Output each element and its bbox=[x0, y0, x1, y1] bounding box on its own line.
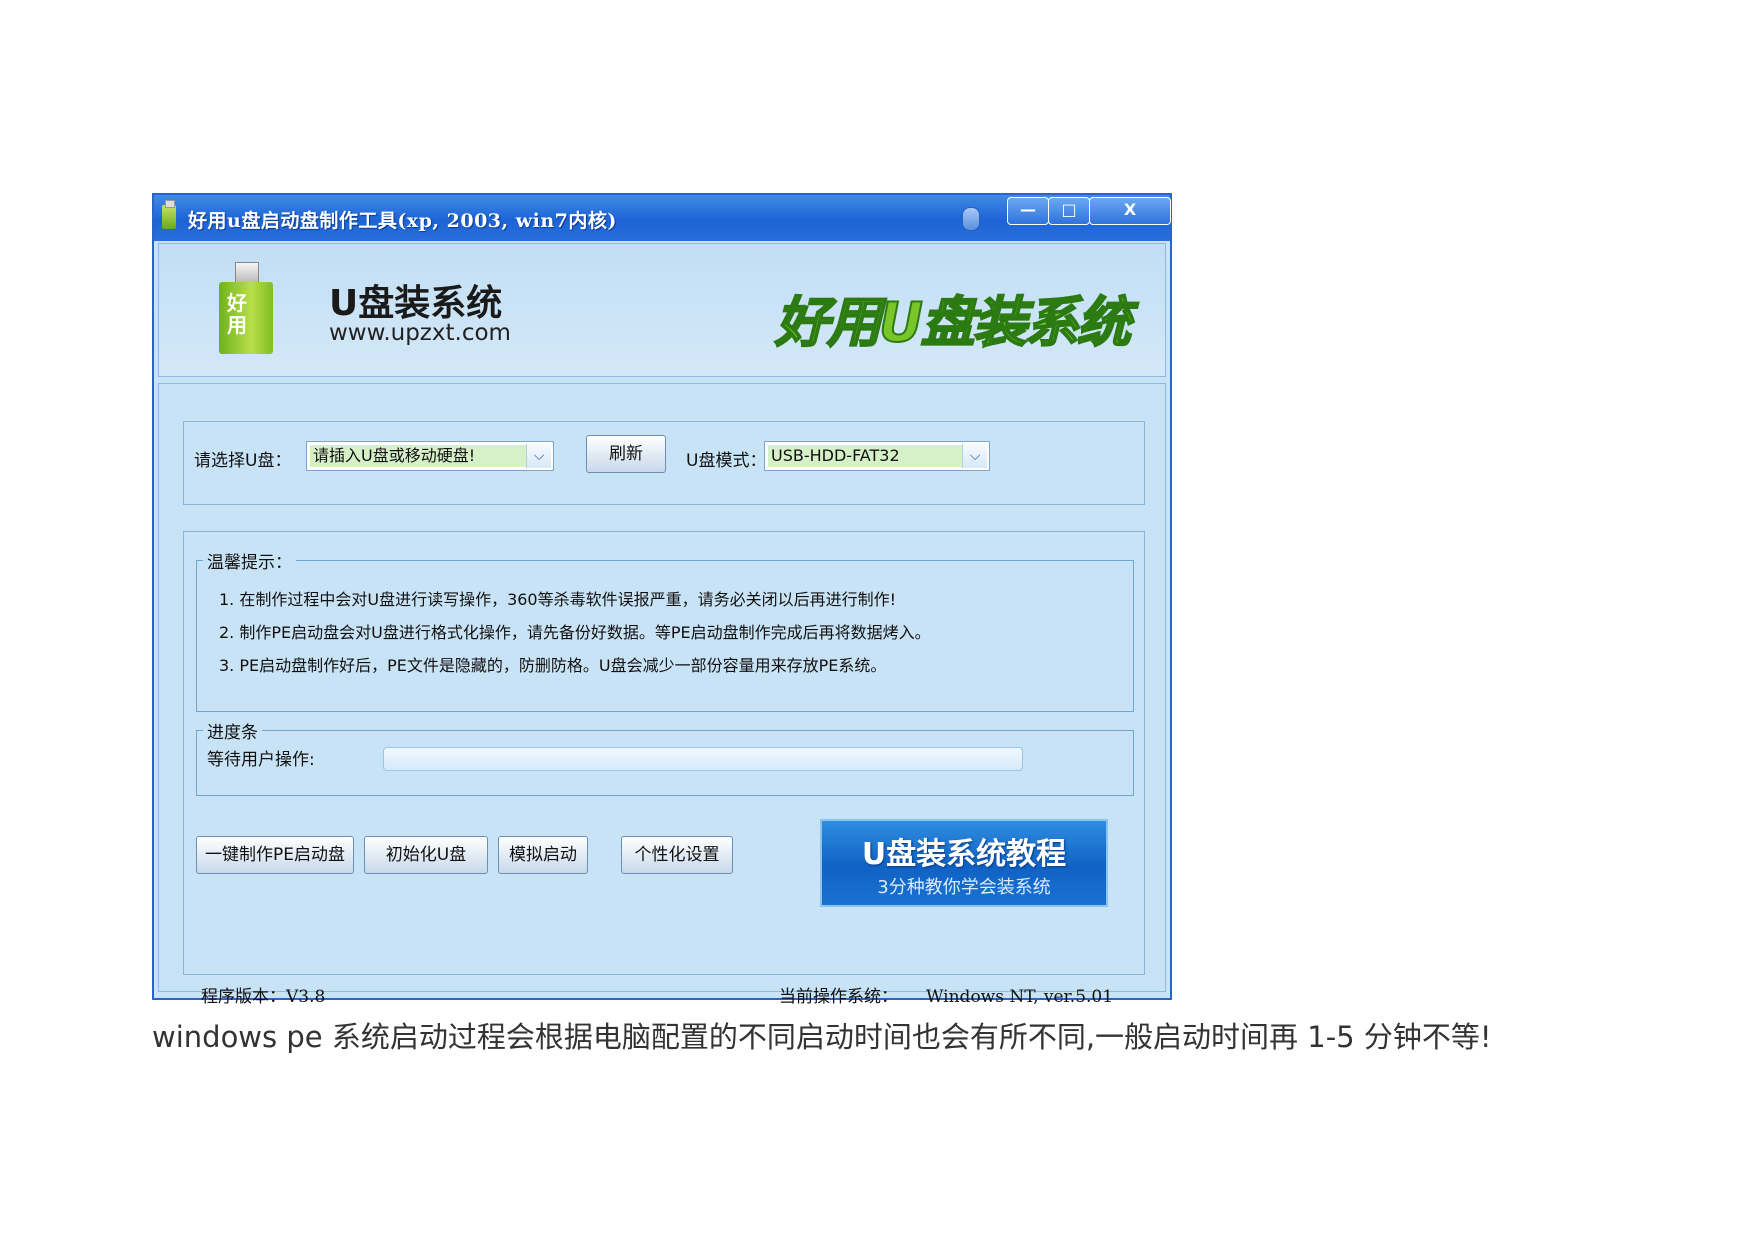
make-pe-button[interactable]: 一键制作PE启动盘 bbox=[196, 836, 354, 874]
personalize-button[interactable]: 个性化设置 bbox=[621, 836, 733, 874]
window-title: 好用u盘启动盘制作工具(xp, 2003, win7内核) bbox=[188, 210, 617, 232]
operations-panel: 温馨提示： 1. 在制作过程中会对U盘进行读写操作，360等杀毒软件误报严重，请… bbox=[183, 531, 1145, 975]
simulate-boot-button[interactable]: 模拟启动 bbox=[498, 836, 588, 874]
mode-select-value: USB-HDD-FAT32 bbox=[768, 445, 963, 467]
mode-select-dropdown[interactable]: USB-HDD-FAT32 ⌵ bbox=[764, 441, 990, 471]
brand-url: www.upzxt.com bbox=[329, 320, 511, 346]
pin-icon[interactable] bbox=[962, 207, 980, 231]
progress-group: 进度条 等待用户操作: bbox=[196, 718, 1134, 796]
logo-text: 好用 bbox=[227, 291, 247, 337]
tutorial-subtitle: 3分种教你学会装系统 bbox=[877, 877, 1051, 898]
main-content: 请选择U盘： 请插入U盘或移动硬盘! ⌵ 刷新 U盘模式： USB-HDD-FA… bbox=[158, 383, 1166, 1007]
header-banner: 好用 U盘装系统 www.upzxt.com 好用U盘装系统 bbox=[158, 243, 1166, 377]
chevron-down-icon[interactable]: ⌵ bbox=[962, 444, 987, 468]
disk-select-panel: 请选择U盘： 请插入U盘或移动硬盘! ⌵ 刷新 U盘模式： USB-HDD-FA… bbox=[183, 421, 1145, 505]
maximize-button[interactable]: □ bbox=[1048, 197, 1090, 225]
close-button[interactable]: X bbox=[1089, 197, 1171, 225]
usb-drive-icon bbox=[162, 200, 176, 229]
progress-title: 进度条 bbox=[203, 718, 262, 743]
init-usb-button[interactable]: 初始化U盘 bbox=[364, 836, 488, 874]
tip-item: 2. 制作PE启动盘会对U盘进行格式化操作，请先备份好数据。等PE启动盘制作完成… bbox=[219, 623, 931, 642]
os-info: 当前操作系统： Windows NT, ver.5.01 bbox=[779, 982, 1113, 1007]
tips-group: 温馨提示： 1. 在制作过程中会对U盘进行读写操作，360等杀毒软件误报严重，请… bbox=[196, 548, 1134, 712]
mode-label: U盘模式： bbox=[686, 451, 767, 471]
disk-select-label: 请选择U盘： bbox=[194, 451, 292, 471]
version-label: 程序版本： bbox=[201, 987, 286, 1007]
tips-title: 温馨提示： bbox=[203, 548, 296, 573]
chevron-down-icon[interactable]: ⌵ bbox=[526, 444, 551, 468]
app-window: 好用u盘启动盘制作工具(xp, 2003, win7内核) — □ X 好用 U… bbox=[152, 193, 1172, 1007]
usb-logo-icon: 好用 bbox=[219, 262, 273, 354]
progress-status: 等待用户操作: bbox=[207, 750, 315, 770]
progress-bar bbox=[383, 747, 1023, 771]
tip-item: 3. PE启动盘制作好后，PE文件是隐藏的，防删防格。U盘会减少一部份容量用来存… bbox=[219, 656, 887, 675]
tutorial-title: U盘装系统教程 bbox=[861, 837, 1067, 872]
os-value: Windows NT, ver.5.01 bbox=[926, 987, 1114, 1007]
os-label: 当前操作系统： bbox=[779, 987, 898, 1007]
title-bar[interactable]: 好用u盘启动盘制作工具(xp, 2003, win7内核) — □ X bbox=[154, 195, 1171, 241]
version-value: V3.8 bbox=[286, 987, 326, 1007]
tip-item: 1. 在制作过程中会对U盘进行读写操作，360等杀毒软件误报严重，请务必关闭以后… bbox=[219, 590, 897, 609]
caption-text: windows pe 系统启动过程会根据电脑配置的不同启动时间也会有所不同,一般… bbox=[152, 1020, 1492, 1054]
brand-slogan: 好用U盘装系统 bbox=[774, 290, 1132, 355]
disk-select-dropdown[interactable]: 请插入U盘或移动硬盘! ⌵ bbox=[306, 441, 554, 471]
disk-select-value: 请插入U盘或移动硬盘! bbox=[310, 445, 527, 467]
version-info: 程序版本：V3.8 bbox=[201, 982, 325, 1007]
minimize-button[interactable]: — bbox=[1007, 197, 1049, 225]
refresh-button[interactable]: 刷新 bbox=[586, 435, 666, 473]
brand-name: U盘装系统 bbox=[329, 283, 503, 324]
tutorial-banner[interactable]: U盘装系统教程 3分种教你学会装系统 bbox=[820, 819, 1108, 907]
